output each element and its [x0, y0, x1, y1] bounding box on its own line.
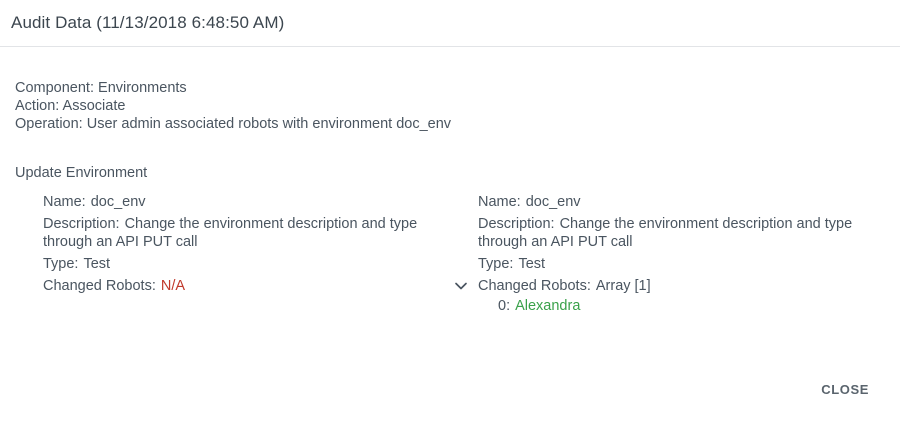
new-robots-value: Array [1]: [595, 278, 651, 294]
audit-data-dialog: Audit Data (11/13/2018 6:48:50 AM) Compo…: [0, 0, 900, 432]
chevron-down-icon[interactable]: [454, 279, 468, 293]
new-description-field: Description: Change the environment descr…: [478, 215, 878, 251]
robot-item-index: 0:: [498, 298, 511, 314]
new-type-field: Type: Test: [478, 255, 878, 273]
old-type-field: Type: Test: [43, 255, 443, 273]
old-robots-value: N/A: [160, 278, 186, 294]
old-name-label: Name:: [43, 194, 86, 210]
robot-list-item: 0: Alexandra: [478, 297, 878, 315]
new-robots-label: Changed Robots:: [478, 278, 591, 294]
old-name-value: doc_env: [90, 194, 146, 210]
new-type-label: Type:: [478, 256, 514, 272]
old-description-label: Description:: [43, 216, 120, 232]
old-description-field: Description: Change the environment descr…: [43, 215, 443, 251]
new-type-value: Test: [518, 256, 546, 272]
section-title: Update Environment: [15, 165, 148, 181]
new-name-label: Name:: [478, 194, 521, 210]
old-type-value: Test: [83, 256, 111, 272]
meta-component: Component: Environments: [15, 80, 187, 96]
meta-action: Action: Associate: [15, 98, 126, 114]
new-name-field: Name: doc_env: [478, 193, 878, 211]
robot-item-value: Alexandra: [515, 298, 581, 314]
old-type-label: Type:: [43, 256, 79, 272]
new-values-column: Name: doc_env Description: Change the envi…: [478, 193, 878, 315]
new-description-label: Description:: [478, 216, 555, 232]
meta-operation: Operation: User admin associated robots …: [15, 116, 452, 132]
new-robots-field: Changed Robots: Array [1]: [478, 277, 878, 295]
old-robots-label: Changed Robots:: [43, 278, 156, 294]
new-name-value: doc_env: [525, 194, 581, 210]
audit-meta: Component: Environments Action: Associat…: [15, 79, 451, 133]
dialog-header: Audit Data (11/13/2018 6:48:50 AM): [0, 0, 900, 47]
dialog-title: Audit Data (11/13/2018 6:48:50 AM): [11, 13, 285, 32]
old-name-field: Name: doc_env: [43, 193, 443, 211]
old-robots-field: Changed Robots: N/A: [43, 277, 443, 295]
old-values-column: Name: doc_env Description: Change the envi…: [43, 193, 443, 299]
close-button[interactable]: CLOSE: [821, 382, 869, 397]
